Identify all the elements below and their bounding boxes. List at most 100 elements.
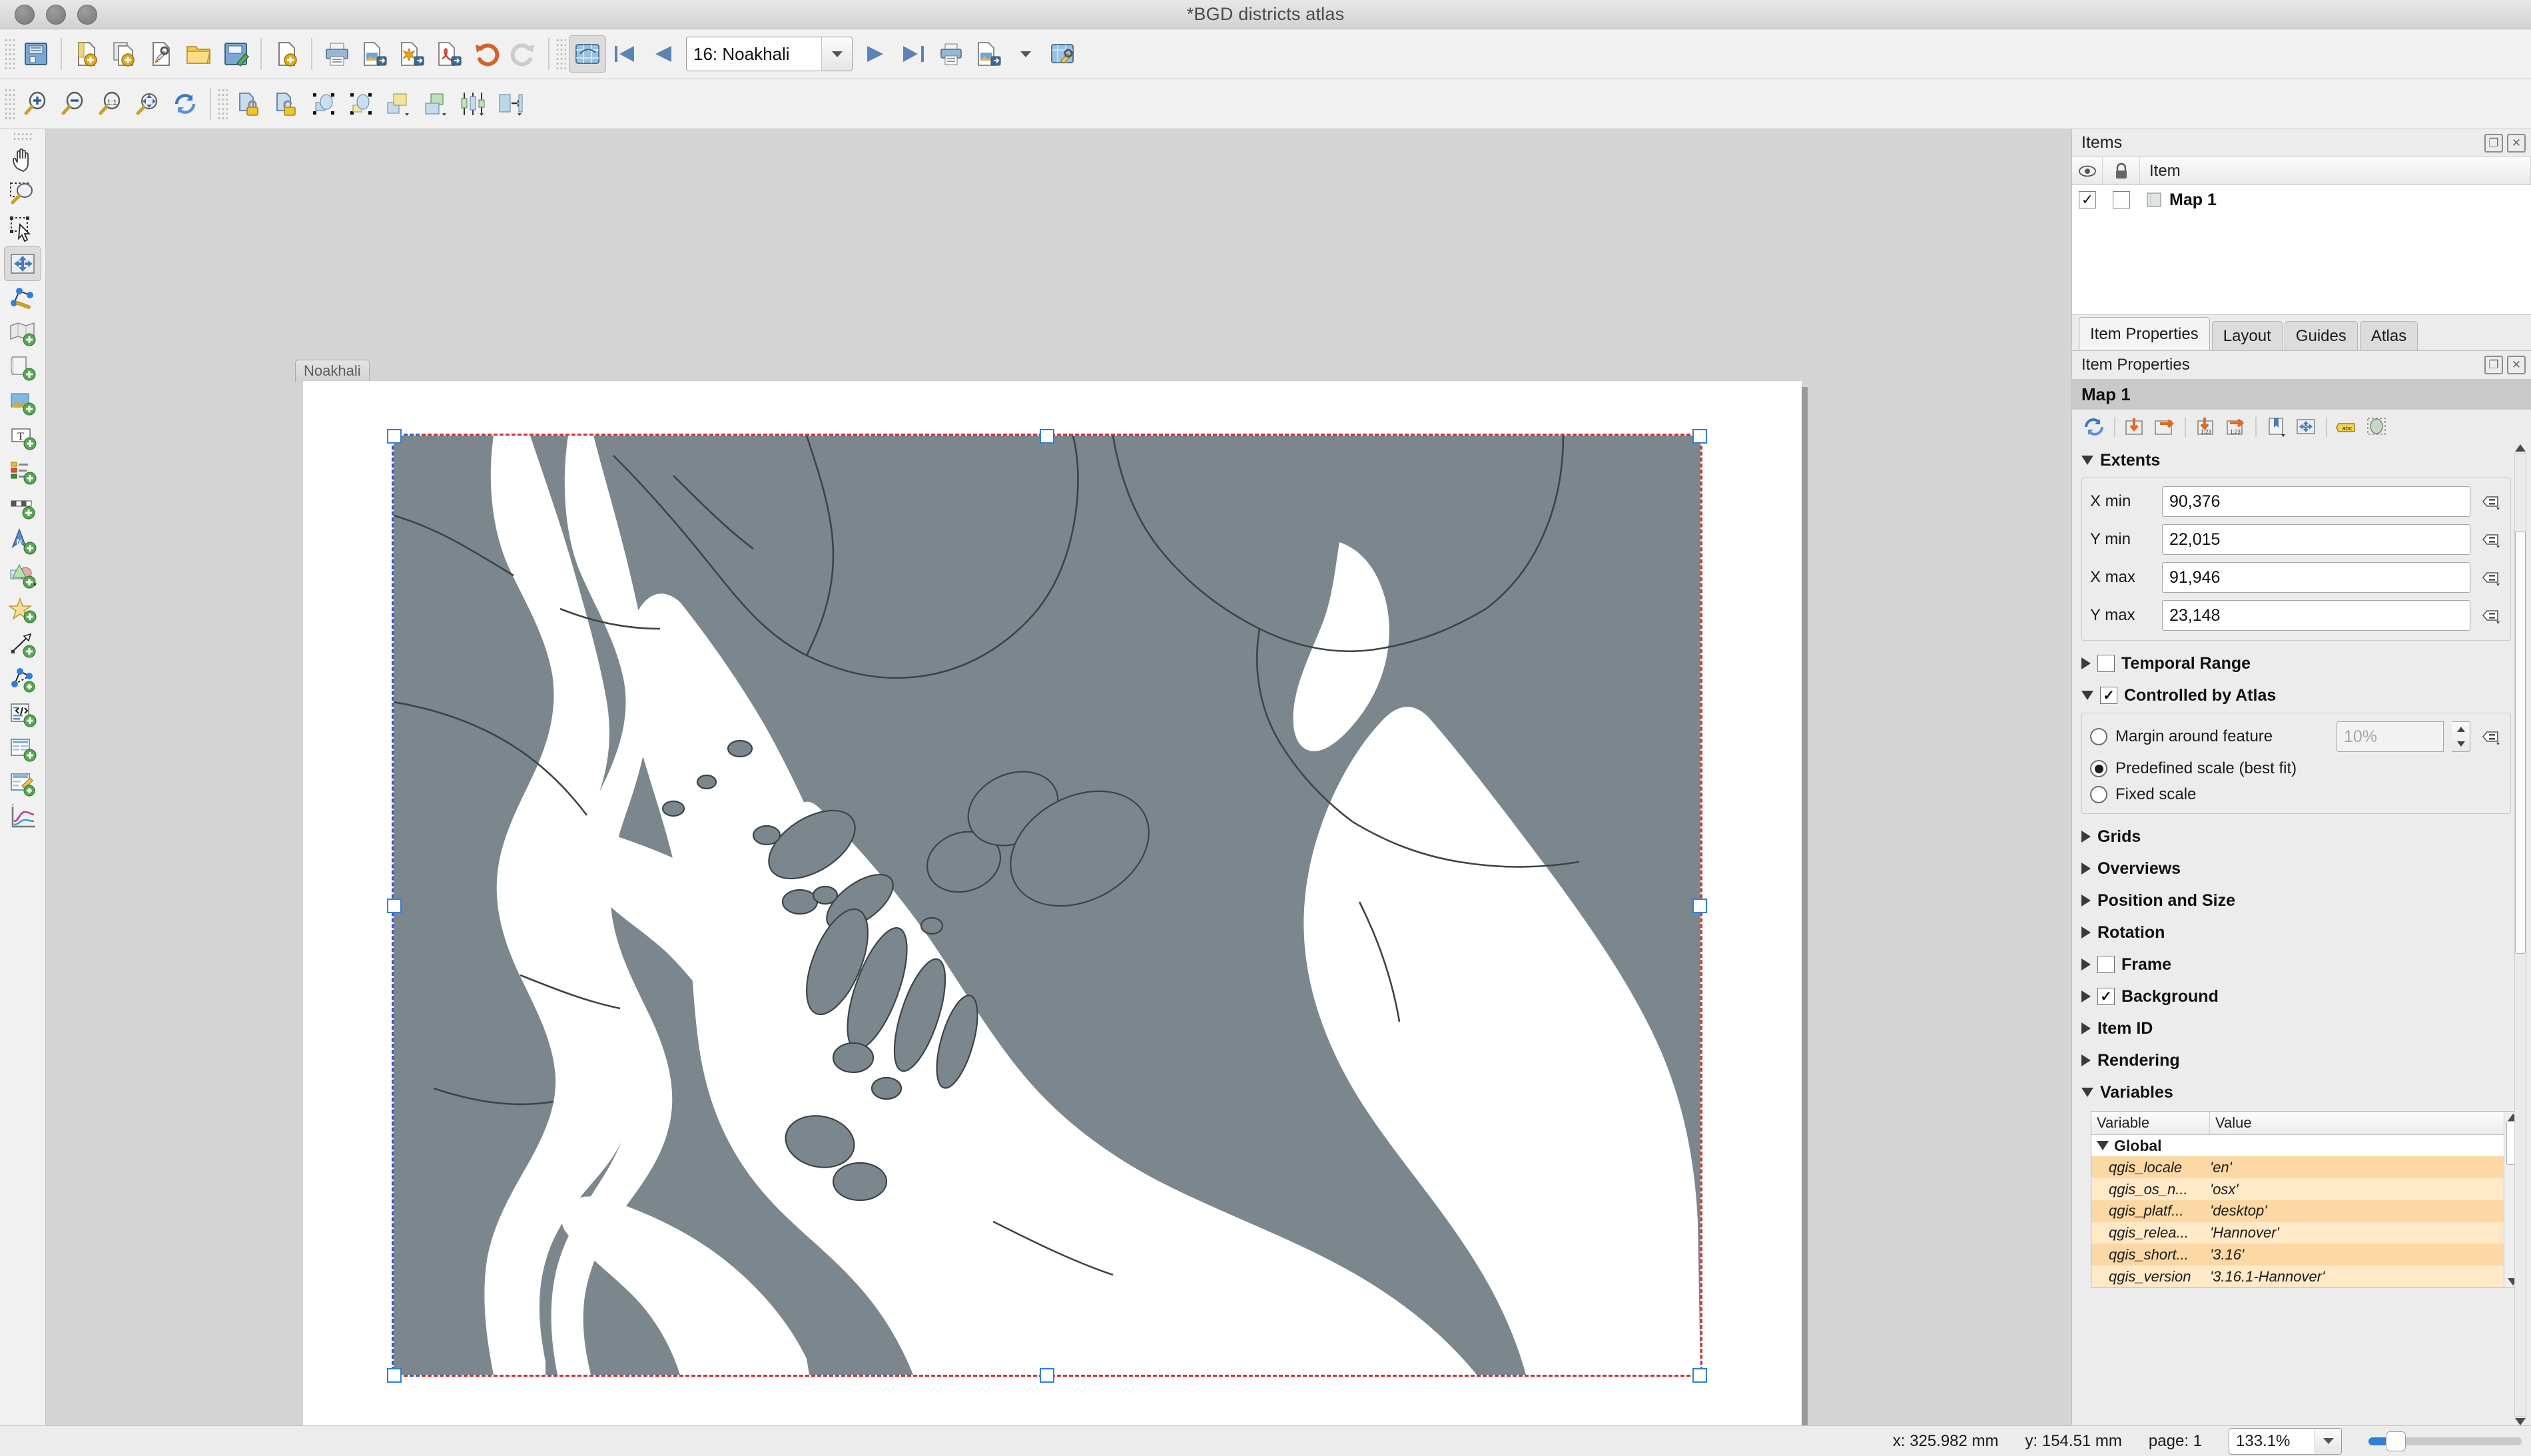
x-min-data-defined-icon[interactable] bbox=[2478, 488, 2502, 515]
add-attribute-table-tool[interactable] bbox=[4, 731, 41, 766]
add-plot-tool[interactable] bbox=[4, 801, 41, 835]
atlas-last-feature-button[interactable] bbox=[895, 35, 932, 73]
layout-page[interactable] bbox=[303, 381, 1802, 1425]
add-node-item-tool[interactable] bbox=[4, 662, 41, 697]
predefined-scale-radio[interactable] bbox=[2090, 760, 2107, 777]
section-grids[interactable]: Grids bbox=[2081, 821, 2511, 853]
add-label-tool[interactable]: T bbox=[4, 420, 41, 454]
export-image-icon[interactable] bbox=[356, 35, 393, 73]
atlas-print-button[interactable] bbox=[932, 35, 970, 73]
bookmarks-icon[interactable] bbox=[2263, 413, 2291, 441]
lock-icon[interactable] bbox=[230, 85, 268, 123]
atlas-export-image-button[interactable] bbox=[970, 35, 1007, 73]
background-checkbox[interactable]: ✓ bbox=[2097, 988, 2115, 1005]
y-min-field[interactable]: 22,015 bbox=[2162, 524, 2470, 555]
refresh-icon[interactable] bbox=[167, 85, 204, 123]
set-canvas-to-map-extent-icon[interactable] bbox=[2151, 413, 2179, 441]
item-properties-scroll-area[interactable]: Extents X min 90,376 Y min 22,015 X max … bbox=[2072, 444, 2531, 1425]
tab-layout[interactable]: Layout bbox=[2211, 321, 2283, 350]
resize-handle-w[interactable] bbox=[387, 899, 402, 913]
atlas-previous-feature-button[interactable] bbox=[643, 35, 681, 73]
zoom-out-icon[interactable] bbox=[55, 85, 92, 123]
ungroup-icon[interactable] bbox=[342, 85, 380, 123]
table-row[interactable]: qgis_locale 'en' bbox=[2091, 1156, 2504, 1179]
undo-icon[interactable] bbox=[468, 35, 505, 73]
scroll-track[interactable] bbox=[2514, 453, 2526, 1417]
controlled-by-atlas-checkbox[interactable]: ✓ bbox=[2100, 687, 2117, 704]
table-row[interactable]: qgis_version '3.16.1-Hannover' bbox=[2091, 1266, 2504, 1287]
add-arrow-tool[interactable] bbox=[4, 627, 41, 662]
section-temporal-range[interactable]: Temporal Range bbox=[2081, 647, 2511, 679]
atlas-toolbar-grip[interactable] bbox=[555, 38, 566, 70]
nav-toolbar-grip[interactable] bbox=[4, 88, 15, 120]
atlas-settings-button[interactable] bbox=[1044, 35, 1082, 73]
add-picture-tool[interactable] bbox=[4, 350, 41, 385]
scroll-thumb[interactable] bbox=[2515, 530, 2526, 954]
resize-handle-s[interactable] bbox=[1040, 1368, 1054, 1383]
raise-items-icon[interactable] bbox=[380, 85, 417, 123]
zoom-100-icon[interactable]: 1:1 bbox=[92, 85, 129, 123]
zoom-slider-handle[interactable] bbox=[2386, 1431, 2406, 1451]
frame-checkbox[interactable] bbox=[2097, 956, 2115, 973]
align-items-icon[interactable] bbox=[454, 85, 492, 123]
add-marker-tool[interactable] bbox=[4, 593, 41, 627]
layout-manager-icon[interactable] bbox=[143, 35, 180, 73]
export-svg-icon[interactable] bbox=[393, 35, 430, 73]
section-position-and-size[interactable]: Position and Size bbox=[2081, 885, 2511, 916]
section-overviews[interactable]: Overviews bbox=[2081, 853, 2511, 885]
scroll-down-icon[interactable] bbox=[2515, 1418, 2526, 1425]
update-preview-icon[interactable] bbox=[2080, 413, 2108, 441]
set-canvas-scale-to-map-icon[interactable]: 1:23 bbox=[2221, 413, 2249, 441]
variables-table[interactable]: Variable Value Global qgis_locale 'en' q… bbox=[2091, 1111, 2522, 1288]
resize-handle-se[interactable] bbox=[1692, 1368, 1707, 1383]
section-background[interactable]: ✓ Background bbox=[2081, 980, 2511, 1012]
table-row[interactable]: qgis_os_n... 'osx' bbox=[2091, 1178, 2504, 1200]
add-shape-tool[interactable] bbox=[4, 558, 41, 593]
scroll-up-icon[interactable] bbox=[2515, 444, 2526, 452]
duplicate-layout-icon[interactable] bbox=[105, 35, 143, 73]
section-item-id[interactable]: Item ID bbox=[2081, 1012, 2511, 1044]
set-map-scale-to-canvas-icon[interactable]: 1:23 bbox=[2192, 413, 2220, 441]
table-row[interactable]: qgis_relea... 'Hannover' bbox=[2091, 1222, 2504, 1244]
zoom-slider[interactable] bbox=[2368, 1428, 2522, 1455]
add-scalebar-tool[interactable] bbox=[4, 489, 41, 524]
resize-handle-n[interactable] bbox=[1040, 429, 1054, 444]
set-map-extent-to-canvas-icon[interactable] bbox=[2121, 413, 2149, 441]
y-max-field[interactable]: 23,148 bbox=[2162, 600, 2470, 631]
temporal-range-checkbox[interactable] bbox=[2097, 655, 2115, 672]
atlas-feature-combo[interactable]: 16: Noakhali bbox=[686, 37, 853, 71]
add-image-tool[interactable] bbox=[4, 385, 41, 420]
item-visibility-checkbox[interactable]: ✓ bbox=[2079, 191, 2096, 208]
x-max-field[interactable]: 91,946 bbox=[2162, 562, 2470, 593]
layout-canvas[interactable]: Noakhali bbox=[46, 129, 2071, 1425]
x-min-field[interactable]: 90,376 bbox=[2162, 486, 2470, 517]
section-extents[interactable]: Extents bbox=[2081, 444, 2511, 476]
resize-handle-nw[interactable] bbox=[387, 429, 402, 444]
x-max-data-defined-icon[interactable] bbox=[2478, 564, 2502, 591]
atlas-next-feature-button[interactable] bbox=[858, 35, 895, 73]
tab-item-properties[interactable]: Item Properties bbox=[2079, 317, 2210, 350]
atlas-first-feature-button[interactable] bbox=[606, 35, 643, 73]
fixed-scale-radio[interactable] bbox=[2090, 786, 2107, 803]
items-list[interactable]: ✓ Map 1 bbox=[2072, 185, 2531, 315]
variables-group-row[interactable]: Global bbox=[2091, 1134, 2504, 1157]
table-row[interactable]: ✓ Map 1 bbox=[2072, 185, 2531, 214]
zoom-full-icon[interactable] bbox=[129, 85, 167, 123]
group-icon[interactable] bbox=[305, 85, 342, 123]
clipping-icon[interactable] bbox=[2362, 413, 2390, 441]
items-toolbar-grip[interactable] bbox=[217, 88, 228, 120]
unlock-icon[interactable] bbox=[268, 85, 305, 123]
table-row[interactable]: qgis_platf... 'desktop' bbox=[2091, 1200, 2504, 1222]
pan-layout-tool[interactable] bbox=[4, 143, 41, 177]
add-fixed-table-tool[interactable] bbox=[4, 766, 41, 801]
tab-atlas[interactable]: Atlas bbox=[2359, 321, 2418, 350]
interactive-edit-icon[interactable] bbox=[2292, 413, 2320, 441]
save-project-icon[interactable] bbox=[17, 35, 55, 73]
resize-handle-e[interactable] bbox=[1692, 899, 1707, 913]
margin-value-field[interactable]: 10% bbox=[2337, 721, 2444, 752]
section-rotation[interactable]: Rotation bbox=[2081, 916, 2511, 948]
atlas-export-dropdown-icon[interactable] bbox=[1007, 35, 1044, 73]
labeling-icon[interactable]: abc bbox=[2333, 413, 2361, 441]
add-map-tool[interactable] bbox=[4, 316, 41, 350]
zoom-in-icon[interactable] bbox=[17, 85, 55, 123]
